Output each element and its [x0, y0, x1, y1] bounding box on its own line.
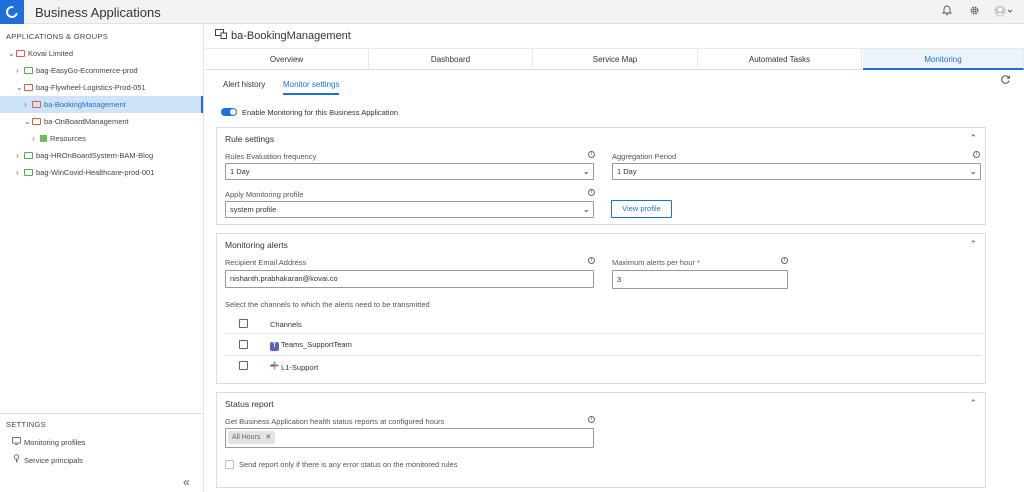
- status-report-title: Status report: [225, 399, 274, 409]
- settings-item-service-principals[interactable]: Service principals: [12, 454, 83, 465]
- sidebar: APPLICATIONS & GROUPS ⌄ Kovai Limited › ba…: [0, 24, 204, 492]
- chevron-up-icon[interactable]: ⌃: [969, 398, 977, 409]
- info-icon[interactable]: i: [588, 189, 595, 196]
- info-icon[interactable]: i: [781, 257, 788, 264]
- chevron-right-icon[interactable]: ›: [16, 147, 24, 164]
- chevron-up-icon[interactable]: ⌃: [969, 133, 977, 144]
- teams-icon: T: [270, 342, 279, 351]
- all-hours-chip[interactable]: All Hours ✕: [228, 431, 276, 444]
- chevron-down-icon[interactable]: ⌄: [8, 45, 16, 62]
- channels-header: Channels: [270, 320, 302, 329]
- eval-frequency-select[interactable]: 1 Day ⌄: [225, 163, 594, 180]
- chevron-down-icon: ⌄: [969, 166, 977, 176]
- eval-frequency-label: Rules Evaluation frequency: [225, 152, 317, 161]
- aggregation-period-label: Aggregation Period: [612, 152, 677, 161]
- settings-item-monitoring-profiles[interactable]: Monitoring profiles: [12, 437, 85, 447]
- info-icon[interactable]: i: [973, 151, 980, 158]
- rule-settings-card: Rule settings ⌃ Rules Evaluation frequen…: [216, 127, 986, 225]
- chevron-right-icon[interactable]: ›: [24, 96, 32, 113]
- chevron-down-icon[interactable]: ⌄: [24, 113, 32, 130]
- enable-monitoring-toggle[interactable]: [221, 108, 237, 116]
- settings-heading: SETTINGS: [6, 420, 46, 429]
- chevron-down-icon: ⌄: [582, 166, 590, 176]
- health-report-hours-label: Get Business Application health status r…: [225, 417, 445, 426]
- app-icon: [32, 101, 41, 108]
- chevron-down-icon[interactable]: ⌄: [16, 79, 24, 96]
- app-icon: [32, 118, 41, 125]
- enable-monitoring-label: Enable Monitoring for this Business Appl…: [242, 108, 398, 117]
- tree-item-kovai-limited[interactable]: ⌄ Kovai Limited: [0, 45, 203, 62]
- close-icon[interactable]: ✕: [265, 434, 271, 441]
- max-alerts-input[interactable]: 3: [612, 270, 788, 289]
- info-icon[interactable]: i: [588, 151, 595, 158]
- view-profile-button[interactable]: View profile: [611, 200, 672, 218]
- chevron-right-icon[interactable]: ›: [16, 164, 24, 181]
- tree-item-hronboard[interactable]: › bag-HROnBoardSystem-BAM-Blog: [0, 147, 203, 164]
- chevron-down-icon: ⌄: [582, 204, 590, 214]
- page-title: ba-BookingManagement: [215, 29, 351, 42]
- tree-item-easygo[interactable]: › bag-EasyGo-Ecommerce-prod: [0, 62, 203, 79]
- recipient-email-label: Recipient Email Address: [225, 258, 307, 267]
- tree-item-booking-management[interactable]: › ba-BookingManagement: [0, 96, 203, 113]
- aggregation-period-select[interactable]: 1 Day ⌄: [612, 163, 981, 180]
- chevron-up-icon[interactable]: ⌃: [969, 239, 977, 250]
- error-only-label: Send report only if there is any error s…: [239, 460, 458, 469]
- folder-icon: [24, 67, 33, 74]
- channel-teams: T Teams_SupportTeam: [270, 340, 352, 351]
- slack-icon: [270, 361, 279, 370]
- chevron-right-icon[interactable]: ›: [32, 130, 40, 147]
- channel-checkbox-teams[interactable]: [239, 340, 248, 349]
- folder-icon: [24, 84, 33, 91]
- business-app-icon: [215, 29, 227, 42]
- report-hours-input[interactable]: All Hours ✕: [225, 428, 594, 448]
- channels-hint: Select the channels to which the alerts …: [225, 300, 430, 309]
- monitor-icon: [12, 437, 24, 447]
- bell-icon[interactable]: [940, 5, 954, 19]
- tree-item-resources[interactable]: › Resources: [0, 130, 203, 147]
- applications-groups-heading: APPLICATIONS & GROUPS: [6, 32, 109, 41]
- refresh-icon[interactable]: [1000, 74, 1011, 88]
- folder-icon: [24, 169, 33, 176]
- app-logo-icon[interactable]: [0, 0, 24, 24]
- monitoring-profile-label: Apply Monitoring profile: [225, 190, 304, 199]
- tree-item-flywheel[interactable]: ⌄ bag-Flywheel-Logistics-Prod-051: [0, 79, 203, 96]
- monitoring-alerts-title: Monitoring alerts: [225, 240, 288, 250]
- status-report-card: Status report ⌃ Get Business Application…: [216, 392, 986, 488]
- app-title: Business Applications: [35, 5, 161, 20]
- rule-settings-title: Rule settings: [225, 134, 275, 144]
- folder-icon: [24, 152, 33, 159]
- max-alerts-label: Maximum alerts per hour *: [612, 258, 700, 267]
- tab-bar: Overview Dashboard Service Map Automated…: [205, 48, 1024, 70]
- subtab-alert-history[interactable]: Alert history: [223, 80, 265, 93]
- row-divider: [225, 333, 982, 334]
- select-all-channels-checkbox[interactable]: [239, 319, 248, 328]
- row-divider: [225, 355, 982, 356]
- folder-icon: [16, 50, 25, 57]
- subtab-monitor-settings[interactable]: Monitor settings: [283, 80, 340, 95]
- tab-automated-tasks[interactable]: Automated Tasks: [698, 49, 862, 70]
- tab-overview[interactable]: Overview: [205, 49, 369, 70]
- tree-item-onboard-management[interactable]: ⌄ ba-OnBoardManagement: [0, 113, 203, 130]
- monitoring-alerts-card: Monitoring alerts ⌃ Recipient Email Addr…: [216, 233, 986, 384]
- main-content: ba-BookingManagement Overview Dashboard …: [205, 24, 1024, 492]
- tab-dashboard[interactable]: Dashboard: [369, 49, 533, 70]
- tab-monitoring[interactable]: Monitoring: [863, 49, 1024, 70]
- key-icon: [12, 454, 24, 465]
- tab-service-map[interactable]: Service Map: [533, 49, 698, 70]
- info-icon[interactable]: i: [588, 416, 595, 423]
- channel-slack: L1-Support: [270, 361, 318, 372]
- chevron-right-icon[interactable]: ›: [16, 62, 24, 79]
- error-only-checkbox[interactable]: [225, 460, 234, 469]
- tree-item-wincovid[interactable]: › bag-WinCovid-Healthcare-prod-001: [0, 164, 203, 181]
- channel-checkbox-slack[interactable]: [239, 361, 248, 370]
- recipient-email-input[interactable]: nishanth.prabhakaran@kovai.co: [225, 270, 594, 288]
- resources-icon: [40, 135, 47, 142]
- gear-icon[interactable]: [967, 5, 981, 19]
- info-icon[interactable]: i: [588, 257, 595, 264]
- sidebar-divider: [0, 413, 203, 414]
- top-bar: Business Applications: [0, 0, 1024, 24]
- monitoring-profile-select[interactable]: system profile ⌄: [225, 201, 594, 218]
- user-avatar-icon[interactable]: [993, 5, 1015, 19]
- collapse-sidebar-icon[interactable]: «: [183, 475, 190, 489]
